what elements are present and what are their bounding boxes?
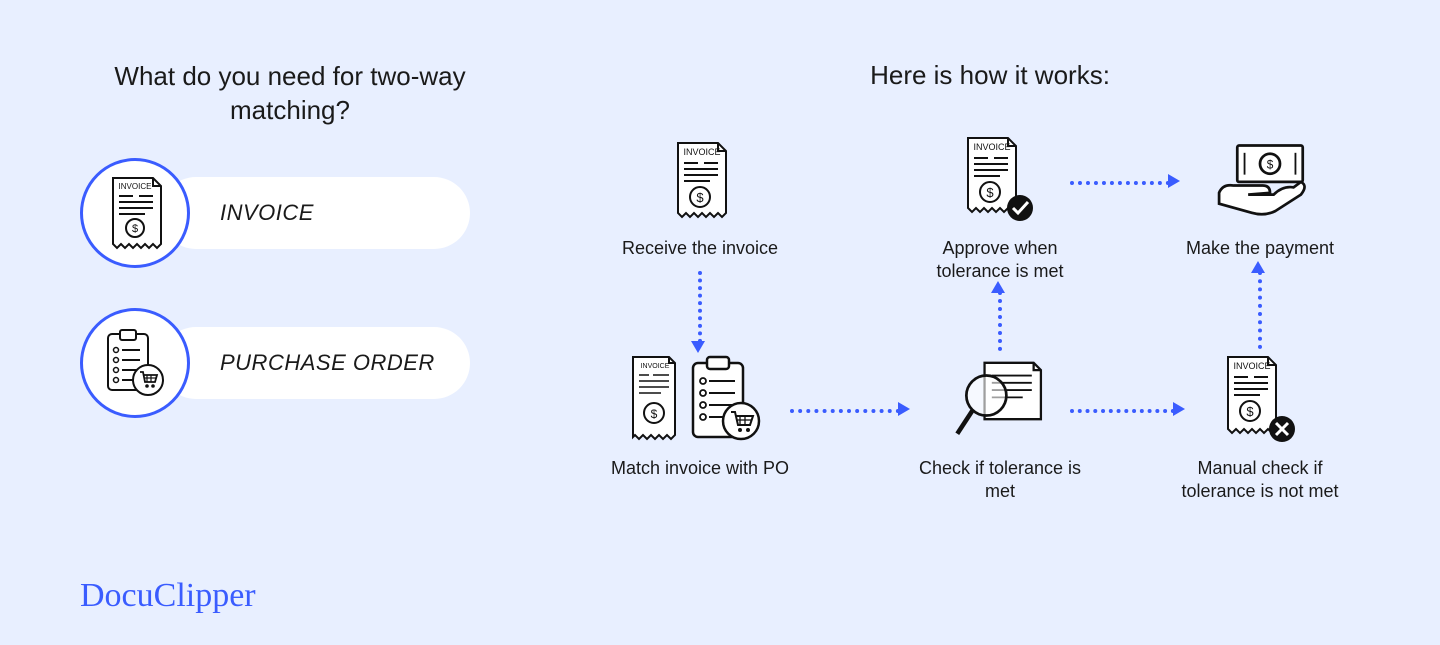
purchase-order-icon [102,326,168,400]
magnify-doc-icon [950,351,1050,451]
arrowhead-icon [898,402,910,416]
invoice-cross-icon: INVOICE $ [1220,355,1300,447]
po-label: PURCHASE ORDER [160,327,470,399]
node-manual: INVOICE $ Manual check if tolerance is n… [1170,351,1350,504]
svg-text:INVOICE: INVOICE [641,363,670,370]
requirement-invoice: INVOICE $ INVOICE [80,158,500,268]
invoice-circle: INVOICE $ [80,158,190,268]
arrowhead-icon [1168,174,1180,188]
node-manual-label: Manual check if tolerance is not met [1170,457,1350,504]
svg-text:$: $ [651,407,658,421]
node-pay: $ Make the payment [1170,131,1350,260]
arrow-manual-pay [1258,271,1262,349]
requirements-panel: What do you need for two-way matching? I… [80,60,500,458]
svg-text:$: $ [986,185,994,200]
invoice-check-icon: INVOICE $ [960,136,1040,226]
node-approve: INVOICE $ Approve when tolerance is met [910,131,1090,284]
arrow-receive-match [698,271,702,343]
arrow-check-manual [1070,409,1175,413]
workflow-heading: Here is how it works: [670,60,1310,91]
node-receive-label: Receive the invoice [622,237,778,260]
svg-text:INVOICE: INVOICE [1233,361,1270,371]
svg-text:$: $ [696,190,704,205]
node-pay-label: Make the payment [1186,237,1334,260]
arrow-match-check [790,409,900,413]
arrow-approve-pay [1070,181,1170,185]
invoice-icon: INVOICE $ [105,176,165,250]
svg-text:$: $ [1267,157,1274,171]
requirement-po: PURCHASE ORDER [80,308,500,418]
node-receive: INVOICE $ Receive the invoice [610,131,790,260]
node-approve-label: Approve when tolerance is met [910,237,1090,284]
svg-text:$: $ [132,223,138,235]
docuclipper-logo: DocuClipper [80,577,256,615]
svg-text:INVOICE: INVOICE [683,147,720,157]
arrowhead-icon [991,281,1005,293]
node-check: Check if tolerance is met [910,351,1090,504]
svg-text:$: $ [1246,404,1254,419]
invoice-label: INVOICE [160,177,470,249]
requirements-heading: What do you need for two-way matching? [80,60,500,128]
payment-icon: $ [1210,136,1310,226]
arrowhead-icon [691,341,705,353]
workflow-panel: Here is how it works: INVOICE $ Receive [600,60,1380,571]
svg-text:INVOICE: INVOICE [119,182,152,191]
po-circle [80,308,190,418]
node-match: INVOICE $ [610,351,790,480]
node-match-label: Match invoice with PO [611,457,789,480]
arrowhead-icon [1173,402,1185,416]
invoice-po-icon: INVOICE $ [625,351,775,451]
arrowhead-icon [1251,261,1265,273]
arrow-check-approve [998,291,1002,351]
svg-text:INVOICE: INVOICE [973,142,1010,152]
invoice-icon: INVOICE $ [670,141,730,221]
node-check-label: Check if tolerance is met [910,457,1090,504]
workflow-flow: INVOICE $ Receive the invoice INVOICE [600,131,1380,571]
